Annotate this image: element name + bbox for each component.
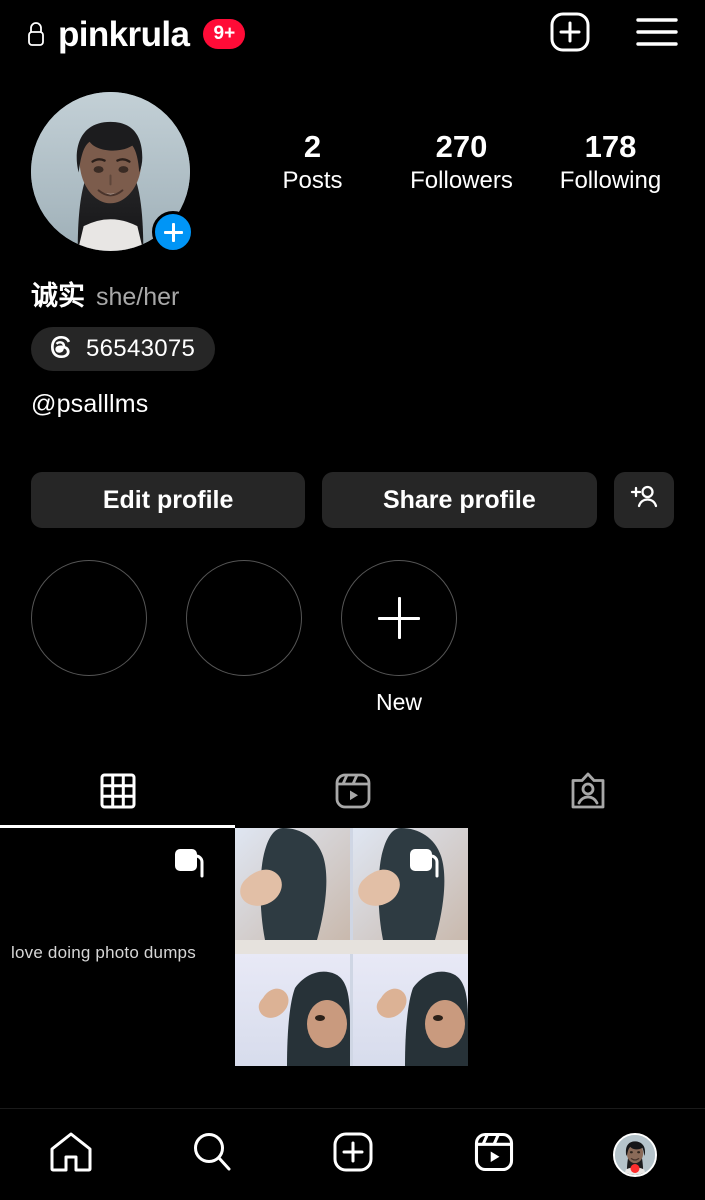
hamburger-menu-icon[interactable] [635, 15, 679, 54]
grid-icon [98, 771, 138, 816]
followers-count: 270 [435, 129, 488, 164]
avatar-container [31, 92, 194, 253]
share-profile-button[interactable]: Share profile [322, 472, 597, 528]
name-row: 诚实 she/her [31, 274, 179, 313]
add-story-button[interactable] [152, 211, 194, 253]
nav-create[interactable] [282, 1129, 423, 1180]
instagram-profile-screen: pinkrula 9+ 2 Posts 270 Followers 178 Fo… [0, 0, 705, 1200]
followers-label: Followers [410, 166, 513, 194]
profile-username-title[interactable]: pinkrula [58, 17, 190, 52]
add-person-icon [628, 483, 660, 518]
story-highlights: New [31, 560, 457, 716]
profile-action-buttons: Edit profile Share profile [31, 472, 675, 528]
nav-home[interactable] [0, 1130, 141, 1179]
following-count: 178 [584, 129, 637, 164]
tab-reels[interactable] [235, 758, 470, 828]
nav-reels[interactable] [423, 1129, 564, 1180]
profile-notification-dot [630, 1163, 639, 1173]
nav-profile[interactable] [564, 1132, 705, 1177]
new-highlight-label: New [375, 689, 422, 715]
tab-grid[interactable] [0, 758, 235, 828]
highlight-item-new[interactable]: New [341, 560, 457, 716]
highlight-circle [186, 560, 302, 676]
display-name: 诚实 [31, 281, 85, 311]
reels-icon [332, 770, 374, 817]
discover-people-button[interactable] [613, 472, 675, 528]
nav-search[interactable] [141, 1130, 282, 1179]
carousel-icon [171, 846, 207, 887]
new-highlight-circle [341, 560, 457, 676]
plus-square-icon [330, 1129, 376, 1180]
pronouns: she/her [96, 283, 180, 311]
stat-followers[interactable]: 270 Followers [408, 129, 516, 196]
profile-bio: @psalllms [31, 390, 149, 418]
profile-summary-row: 2 Posts 270 Followers 178 Following [0, 92, 705, 272]
bottom-navigation [0, 1108, 705, 1200]
edit-profile-button[interactable]: Edit profile [31, 472, 306, 528]
following-label: Following [559, 166, 662, 194]
post-grid: love doing photo dumps [0, 828, 705, 1066]
lock-icon [26, 21, 46, 47]
header-left-group: pinkrula 9+ [26, 17, 246, 52]
tagged-person-icon [568, 770, 608, 817]
threads-count: 56543075 [86, 335, 196, 362]
notification-count-badge[interactable]: 9+ [203, 19, 246, 49]
post-cell-2[interactable] [235, 828, 468, 1066]
plus-square-icon[interactable] [547, 9, 593, 60]
posts-label: Posts [282, 166, 343, 194]
threads-icon [48, 334, 74, 365]
app-header: pinkrula 9+ [0, 0, 705, 68]
plus-icon [378, 597, 420, 639]
header-right-group [547, 9, 679, 60]
profile-stats: 2 Posts 270 Followers 178 Following [238, 92, 685, 196]
highlight-circle [31, 560, 147, 676]
stat-following[interactable]: 178 Following [557, 129, 665, 196]
stat-posts[interactable]: 2 Posts [259, 129, 367, 196]
highlight-item-2[interactable] [186, 560, 302, 716]
tab-tagged[interactable] [470, 758, 705, 828]
reels-icon [471, 1129, 517, 1180]
search-icon [190, 1130, 234, 1179]
threads-badge[interactable]: 56543075 [31, 327, 216, 371]
posts-count: 2 [303, 129, 322, 164]
home-icon [48, 1130, 94, 1179]
carousel-icon [406, 846, 442, 882]
content-tabs [0, 758, 705, 828]
post-caption: love doing photo dumps [11, 943, 196, 962]
highlight-item-1[interactable] [31, 560, 147, 716]
post-cell-1[interactable]: love doing photo dumps [0, 828, 233, 1066]
